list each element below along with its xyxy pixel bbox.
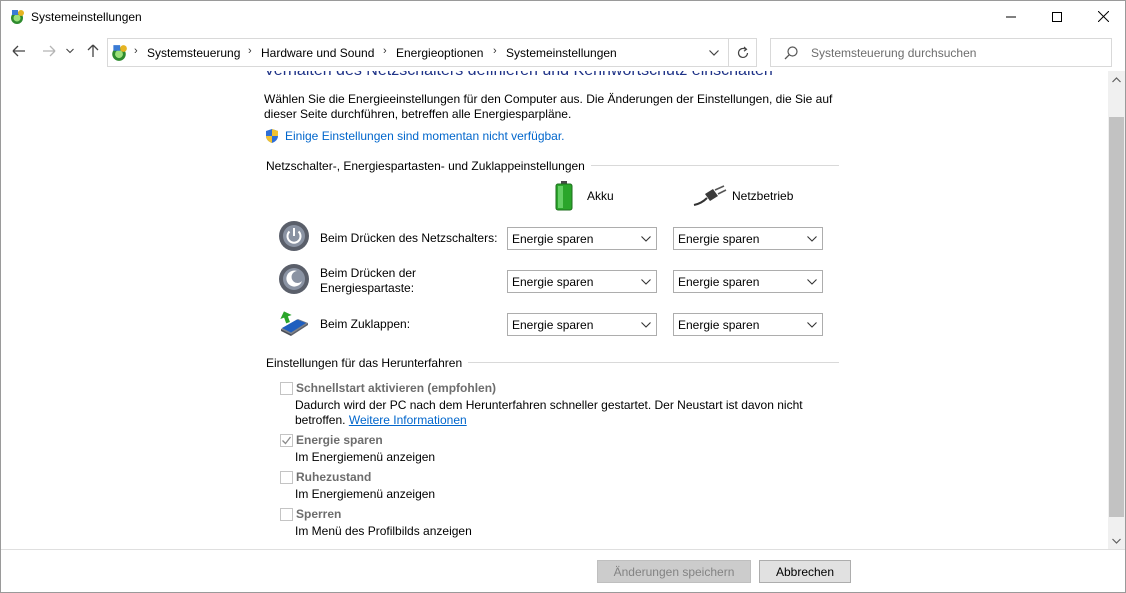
- breadcrumb-systemeinstellungen[interactable]: Systemeinstellungen: [506, 46, 617, 60]
- select-value: Energie sparen: [512, 275, 594, 289]
- lock-menu-label: Sperren: [296, 507, 342, 521]
- sleep-menu-checkbox[interactable]: [280, 434, 293, 447]
- search-input[interactable]: Systemsteuerung durchsuchen: [770, 38, 1112, 67]
- refresh-icon: [737, 46, 749, 59]
- select-value: Energie sparen: [512, 318, 594, 332]
- lid-close-battery-select[interactable]: Energie sparen: [507, 313, 657, 336]
- chevron-down-icon: [709, 50, 719, 56]
- sleep-button-plugged-select[interactable]: Energie sparen: [673, 270, 823, 293]
- sleep-button-battery-select[interactable]: Energie sparen: [507, 270, 657, 293]
- page-description: Wählen Sie die Energieeinstellungen für …: [264, 92, 833, 121]
- recent-locations-button[interactable]: [63, 41, 77, 61]
- chevron-down-icon: [806, 318, 818, 332]
- power-plug-icon: [693, 185, 727, 206]
- hibernate-menu-label: Ruhezustand: [296, 470, 372, 484]
- chevron-down-icon: [1112, 538, 1121, 544]
- battery-column-header: Akku: [587, 189, 614, 203]
- chevron-down-icon: [640, 318, 652, 332]
- chevron-down-icon: [806, 275, 818, 289]
- close-icon: [1097, 11, 1109, 22]
- breadcrumb-separator-icon[interactable]: ›: [248, 45, 252, 57]
- fast-startup-checkbox[interactable]: [280, 382, 293, 395]
- scroll-down-button[interactable]: [1108, 532, 1125, 549]
- minimize-icon: [1006, 16, 1016, 17]
- control-panel-icon: [11, 10, 24, 24]
- maximize-icon: [1052, 11, 1062, 22]
- address-history-button[interactable]: [706, 44, 722, 62]
- breadcrumb-separator-icon[interactable]: ›: [383, 45, 387, 57]
- fast-startup-description: Dadurch wird der PC nach dem Herunterfah…: [295, 398, 815, 428]
- minimize-button[interactable]: [988, 1, 1034, 32]
- chevron-down-icon: [640, 232, 652, 246]
- select-value: Energie sparen: [678, 275, 760, 289]
- select-value: Energie sparen: [678, 232, 760, 246]
- navigation-bar: › Systemsteuerung › Hardware und Sound ›…: [1, 35, 1125, 69]
- lid-close-plugged-select[interactable]: Energie sparen: [673, 313, 823, 336]
- divider: [728, 39, 729, 66]
- maximize-button[interactable]: [1034, 1, 1080, 32]
- sleep-button-icon: [279, 264, 309, 294]
- arrow-right-icon: [43, 45, 56, 57]
- arrow-up-icon: [87, 44, 99, 57]
- lid-close-action-label: Beim Zuklappen:: [320, 317, 411, 331]
- forward-button[interactable]: [39, 41, 59, 61]
- power-button-plugged-select[interactable]: Energie sparen: [673, 227, 823, 250]
- checkmark-icon: [282, 436, 292, 445]
- sleep-button-action-label: Beim Drücken der Energiespartaste:: [320, 266, 417, 295]
- breadcrumb-hardware-und-sound[interactable]: Hardware und Sound: [261, 46, 374, 60]
- battery-icon: [555, 181, 573, 211]
- control-panel-icon: [112, 45, 127, 61]
- refresh-button[interactable]: [732, 43, 754, 63]
- shutdown-group-title: Einstellungen für das Herunterfahren: [266, 356, 469, 370]
- breadcrumb-systemsteuerung[interactable]: Systemsteuerung: [147, 46, 240, 60]
- hibernate-menu-checkbox[interactable]: [280, 471, 293, 484]
- vertical-scrollbar[interactable]: [1108, 71, 1125, 549]
- search-icon: [784, 46, 798, 60]
- change-unavailable-settings-link[interactable]: Einige Einstellungen sind momentan nicht…: [285, 129, 565, 143]
- scroll-up-button[interactable]: [1108, 71, 1125, 88]
- chevron-down-icon: [640, 275, 652, 289]
- page-title: Verhalten des Netzschalters definieren u…: [264, 71, 773, 80]
- scrollbar-thumb[interactable]: [1109, 117, 1124, 517]
- fast-startup-label: Schnellstart aktivieren (empfohlen): [296, 381, 497, 395]
- footer-divider: [1, 549, 1125, 550]
- more-info-link[interactable]: Weitere Informationen: [349, 413, 467, 427]
- up-button[interactable]: [83, 41, 103, 61]
- settings-window: Systemeinstellungen › Systemsteuerung › …: [0, 0, 1126, 593]
- select-value: Energie sparen: [512, 232, 594, 246]
- chevron-down-icon: [66, 48, 74, 54]
- plugged-in-column-header: Netzbetrieb: [732, 189, 794, 203]
- arrow-left-icon: [12, 45, 25, 57]
- close-button[interactable]: [1080, 1, 1126, 32]
- power-button-icon: [279, 221, 309, 251]
- lock-menu-checkbox[interactable]: [280, 508, 293, 521]
- power-button-action-label: Beim Drücken des Netzschalters:: [320, 231, 498, 245]
- content-area: Verhalten des Netzschalters definieren u…: [1, 71, 1108, 549]
- breadcrumb-separator-icon[interactable]: ›: [493, 45, 497, 57]
- search-placeholder: Systemsteuerung durchsuchen: [811, 46, 977, 60]
- breadcrumb-separator-icon[interactable]: ›: [134, 45, 138, 57]
- power-button-battery-select[interactable]: Energie sparen: [507, 227, 657, 250]
- address-bar[interactable]: › Systemsteuerung › Hardware und Sound ›…: [107, 38, 757, 67]
- breadcrumb-energieoptionen[interactable]: Energieoptionen: [396, 46, 483, 60]
- hibernate-menu-description: Im Energiemenü anzeigen: [295, 487, 436, 501]
- power-buttons-group-title: Netzschalter-, Energiespartasten- und Zu…: [266, 159, 591, 173]
- save-changes-button[interactable]: Änderungen speichern: [597, 560, 751, 583]
- uac-shield-icon: [266, 129, 278, 143]
- select-value: Energie sparen: [678, 318, 760, 332]
- chevron-down-icon: [806, 232, 818, 246]
- back-button[interactable]: [9, 41, 29, 61]
- cancel-button[interactable]: Abbrechen: [759, 560, 851, 583]
- window-title: Systemeinstellungen: [31, 10, 142, 24]
- title-bar: Systemeinstellungen: [1, 1, 1125, 33]
- sleep-menu-label: Energie sparen: [296, 433, 383, 447]
- chevron-up-icon: [1112, 76, 1121, 82]
- lock-menu-description: Im Menü des Profilbilds anzeigen: [295, 524, 472, 538]
- laptop-lid-icon: [280, 311, 308, 336]
- sleep-menu-description: Im Energiemenü anzeigen: [295, 450, 436, 464]
